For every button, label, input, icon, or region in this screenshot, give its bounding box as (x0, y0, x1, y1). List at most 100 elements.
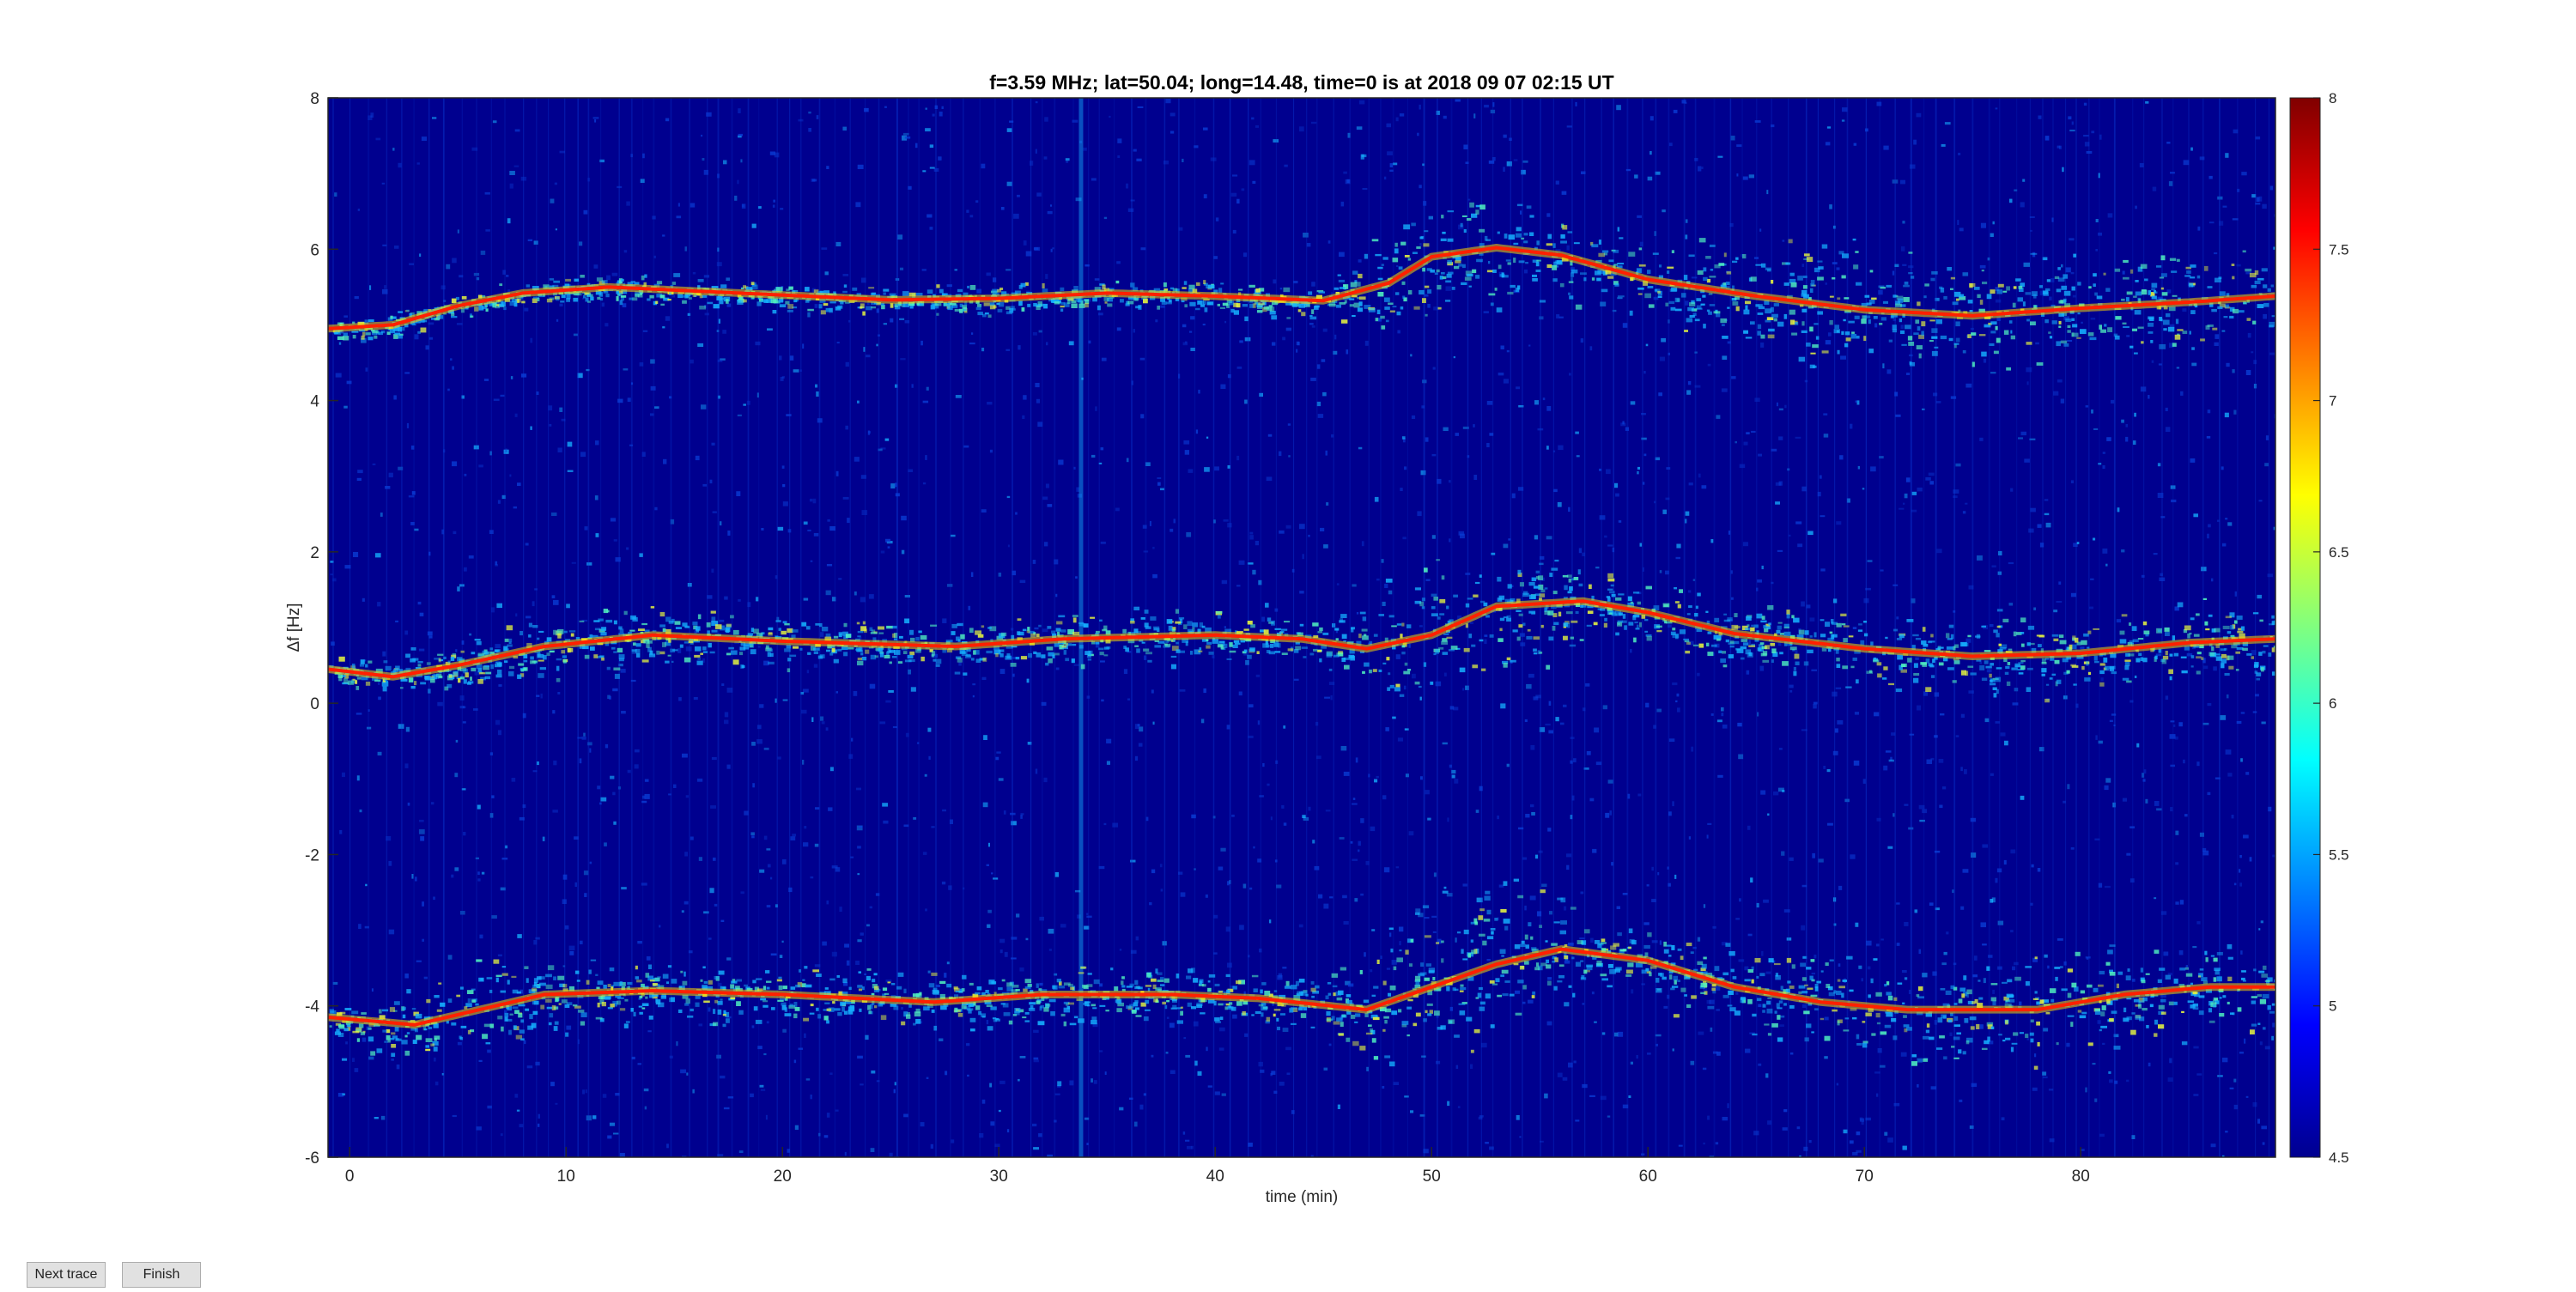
noise-speckle (941, 106, 944, 109)
noise-speckle (2227, 522, 2233, 526)
noise-speckle (1783, 909, 1790, 913)
trace-speckle (1659, 264, 1662, 268)
noise-speckle (2170, 720, 2175, 723)
noise-speckle (568, 945, 575, 951)
noise-speckle (1647, 176, 1653, 181)
trace-speckle (2008, 320, 2013, 324)
noise-speckle (1524, 719, 1528, 722)
noise-speckle (1395, 265, 1399, 267)
noise-speckle (2010, 930, 2014, 933)
trace-speckle (784, 623, 790, 626)
trace-speckle (2123, 326, 2129, 328)
noise-speckle (894, 1082, 896, 1086)
noise-speckle (939, 288, 944, 294)
trace-speckle (470, 315, 474, 318)
noise-speckle (723, 1107, 730, 1110)
noise-speckle (1449, 480, 1451, 483)
trace-speckle (2135, 291, 2142, 296)
noise-speckle (369, 285, 372, 290)
noise-speckle (954, 269, 957, 271)
noise-speckle (1688, 836, 1691, 840)
noise-speckle (812, 498, 817, 504)
noise-speckle (2244, 1038, 2246, 1044)
noise-speckle (2207, 533, 2209, 539)
noise-speckle (737, 414, 742, 416)
noise-speckle (969, 343, 975, 345)
trace-speckle (1850, 334, 1857, 339)
trace-speckle (2089, 337, 2097, 341)
noise-speckle (2251, 351, 2254, 354)
noise-speckle (1880, 938, 1884, 941)
trace-speckle (1399, 694, 1405, 697)
noise-speckle (1854, 712, 1859, 715)
trace-speckle (2246, 318, 2251, 321)
trace-speckle (1567, 231, 1573, 234)
noise-speckle (1548, 730, 1553, 734)
noise-speckle (2099, 1133, 2105, 1137)
noise-speckle (388, 929, 395, 935)
trace-speckle (1539, 562, 1544, 566)
noise-speckle (947, 584, 953, 587)
noise-speckle (1484, 634, 1488, 637)
trace-speckle (894, 650, 901, 655)
trace-speckle (611, 646, 616, 650)
noise-speckle (622, 303, 627, 307)
trace-speckle (2167, 326, 2175, 332)
noise-speckle (354, 296, 359, 300)
trace-speckle (649, 294, 654, 299)
trace-speckle (1157, 306, 1160, 310)
trace-speckle (975, 306, 981, 311)
noise-speckle (884, 438, 890, 441)
noise-speckle (1698, 473, 1701, 478)
noise-speckle (1528, 673, 1534, 678)
trace-speckle (1904, 282, 1909, 285)
noise-speckle (1523, 269, 1528, 274)
noise-speckle (1454, 1034, 1460, 1038)
trace-speckle (2173, 652, 2179, 657)
noise-speckle (2193, 513, 2198, 518)
trace-speckle (2217, 306, 2223, 309)
trace-speckle (630, 281, 635, 283)
noise-speckle (765, 1114, 768, 1120)
noise-speckle (2144, 278, 2148, 282)
noise-speckle (1862, 779, 1866, 784)
trace-speckle (2261, 268, 2268, 272)
noise-speckle (2081, 321, 2083, 324)
noise-speckle (396, 1065, 400, 1070)
noise-speckle (1887, 846, 1893, 849)
trace-speckle (1856, 336, 1860, 339)
noise-speckle (1285, 1046, 1291, 1051)
noise-speckle (418, 829, 425, 834)
trace-speckle (398, 311, 404, 313)
noise-speckle (1091, 454, 1096, 458)
noise-speckle (794, 1125, 799, 1130)
noise-speckle (759, 1084, 764, 1088)
trace-speckle (2238, 310, 2245, 313)
noise-speckle (1915, 657, 1919, 660)
noise-speckle (1979, 1024, 1984, 1029)
noise-speckle (1336, 583, 1340, 585)
trace-speckle (726, 277, 731, 281)
trace-speckle (2093, 628, 2099, 630)
trace-speckle (1250, 624, 1255, 628)
noise-speckle (1580, 338, 1584, 343)
noise-speckle (590, 959, 597, 961)
trace-speckle (2235, 651, 2240, 654)
noise-speckle (697, 658, 702, 660)
noise-speckle (835, 867, 841, 872)
trace-speckle (1461, 215, 1467, 217)
noise-speckle (756, 597, 759, 602)
noise-speckle (703, 911, 709, 914)
noise-speckle (1134, 724, 1139, 730)
trace-speckle (1809, 326, 1814, 332)
noise-speckle (343, 405, 348, 409)
noise-speckle (2057, 145, 2061, 149)
noise-speckle (726, 303, 732, 307)
noise-speckle (1136, 158, 1142, 161)
noise-speckle (1447, 817, 1449, 822)
noise-speckle (1698, 1031, 1704, 1035)
noise-speckle (2037, 868, 2041, 872)
noise-speckle (751, 835, 755, 839)
noise-speckle (646, 956, 651, 961)
noise-speckle (1893, 813, 1895, 817)
